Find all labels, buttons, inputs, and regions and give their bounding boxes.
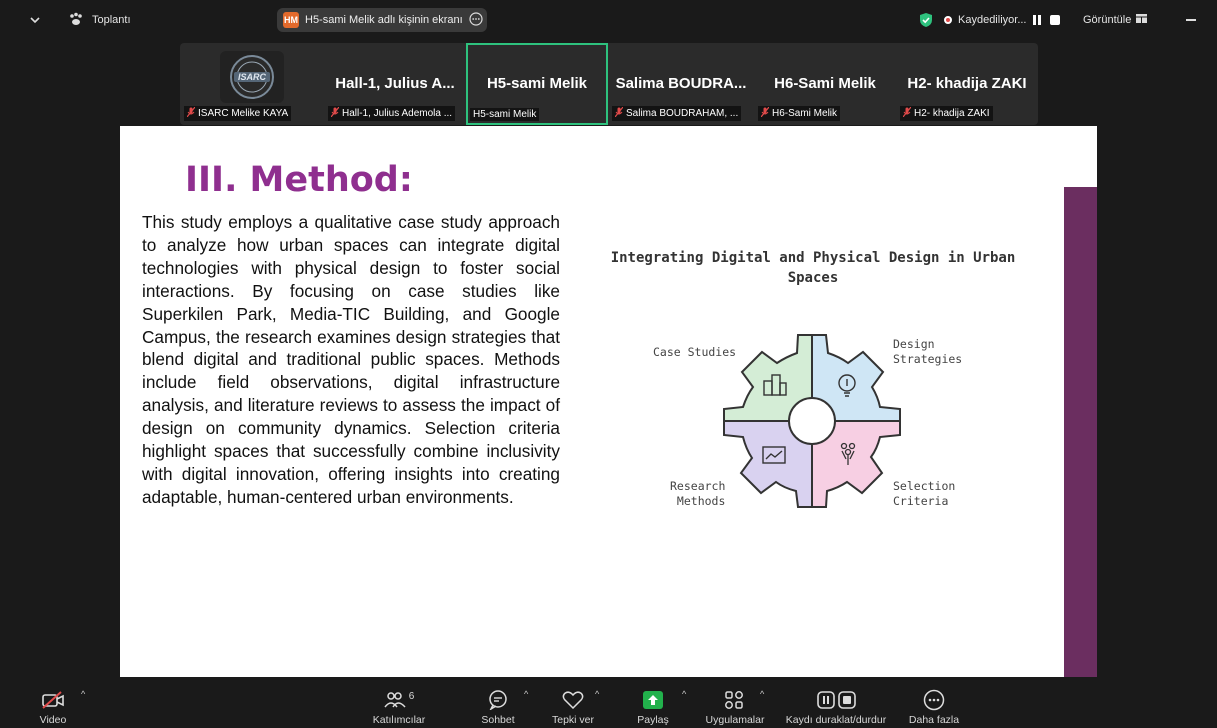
video-button[interactable]: Video xyxy=(38,677,68,728)
apps-label: Uygulamalar xyxy=(705,714,765,726)
minimize-icon[interactable] xyxy=(1186,0,1196,40)
chevron-down-icon[interactable] xyxy=(30,0,40,40)
mic-muted-icon xyxy=(902,106,912,120)
participant-display-name: H2- khadija ZAKI xyxy=(907,75,1027,92)
share-label: Paylaş xyxy=(637,714,669,726)
diagram-label-research-methods: Research Methods xyxy=(670,479,726,508)
pause-icon xyxy=(1033,15,1041,25)
diagram-title: Integrating Digital and Physical Design … xyxy=(610,250,1016,286)
view-button[interactable]: Görüntüle xyxy=(1083,0,1148,40)
mic-muted-icon xyxy=(760,106,770,120)
reactions-options-caret-icon[interactable]: ^ xyxy=(595,689,599,699)
apps-icon xyxy=(724,688,746,712)
participants-icon: 6 xyxy=(384,688,415,712)
more-button[interactable]: Daha fazla xyxy=(904,677,964,728)
participant-strip: ISARC ISARC Melike KAYA Hall-1, Julius A… xyxy=(180,43,1038,125)
share-screen-icon xyxy=(642,688,664,712)
pause-stop-record-icon xyxy=(816,688,856,712)
slide-title: III. Method: xyxy=(185,160,413,200)
mic-muted-icon xyxy=(186,106,196,120)
participant-display-name: Hall-1, Julius A... xyxy=(335,75,455,92)
meeting-menu[interactable]: Toplantı xyxy=(68,0,131,40)
heart-icon xyxy=(562,688,584,712)
slide-body-text: This study employs a qualitative case st… xyxy=(142,212,560,507)
video-off-icon xyxy=(41,688,65,712)
apps-options-caret-icon[interactable]: ^ xyxy=(760,689,764,699)
participant-name-label: ISARC Melike KAYA xyxy=(184,106,292,121)
participant-display-name: H5-sami Melik xyxy=(486,75,588,92)
diagram-label-design-strategies: Design Strategies xyxy=(893,337,963,366)
stop-recording-button[interactable] xyxy=(1050,0,1060,40)
grid-icon xyxy=(1136,14,1148,26)
share-options-caret-icon[interactable]: ^ xyxy=(682,689,686,699)
diagram-label-selection-criteria: Selection Criteria xyxy=(893,479,956,508)
participant-name-label: H5-sami Melik xyxy=(470,108,540,121)
participant-name-label: Salima BOUDRAHAM, ... xyxy=(612,106,742,121)
video-label: Video xyxy=(39,714,67,726)
more-icon xyxy=(923,688,945,712)
apps-button[interactable]: Uygulamalar xyxy=(702,677,768,728)
record-dot-icon xyxy=(944,16,952,24)
participant-tile[interactable]: H6-Sami Melik H6-Sami Melik xyxy=(754,43,896,125)
participant-tile[interactable]: Salima BOUDRA... Salima BOUDRAHAM, ... xyxy=(608,43,754,125)
participant-name-label: H6-Sami Melik xyxy=(758,106,841,121)
logo-text: ISARC xyxy=(237,72,266,82)
participant-tile[interactable]: Hall-1, Julius A... Hall-1, Julius Ademo… xyxy=(324,43,466,125)
participant-name-label: H2- khadija ZAKI xyxy=(900,106,993,121)
paw-icon xyxy=(68,12,84,29)
security-shield-icon[interactable] xyxy=(919,0,933,40)
meeting-toolbar: Video ^ 6 Katılımcılar Sohbet ^ Tepki ve… xyxy=(0,677,1217,726)
participant-count: 6 xyxy=(408,690,415,702)
slide-accent-bar xyxy=(1064,187,1097,677)
diagram-label-case-studies: Case Studies xyxy=(653,345,737,359)
participant-tile-active[interactable]: H5-sami Melik H5-sami Melik xyxy=(466,43,608,125)
mic-muted-icon xyxy=(614,106,624,120)
isarc-logo: ISARC xyxy=(220,51,284,103)
reactions-label: Tepki ver xyxy=(551,714,594,726)
shared-screen-slide: III. Method: This study employs a qualit… xyxy=(120,126,1097,677)
participant-tile[interactable]: ISARC ISARC Melike KAYA xyxy=(180,43,324,125)
participant-tile[interactable]: H2- khadija ZAKI H2- khadija ZAKI xyxy=(896,43,1038,125)
sharer-avatar: HM xyxy=(283,12,299,28)
screen-share-indicator[interactable]: HM H5-sami Melik adlı kişinin ekranı xyxy=(277,8,487,32)
record-control-button[interactable]: Kaydı duraklat/durdur xyxy=(780,677,892,728)
recording-status: Kaydediliyor... xyxy=(944,0,1026,40)
meeting-label: Toplantı xyxy=(92,14,131,26)
record-label: Kaydı duraklat/durdur xyxy=(785,714,887,726)
participant-name-label: Hall-1, Julius Ademola ... xyxy=(328,106,456,121)
share-text: H5-sami Melik adlı kişinin ekranı xyxy=(305,14,463,26)
stop-icon xyxy=(1050,15,1060,25)
reactions-button[interactable]: Tepki ver xyxy=(548,677,598,728)
share-button[interactable]: Paylaş xyxy=(633,677,673,728)
top-bar: Toplantı HM H5-sami Melik adlı kişinin e… xyxy=(0,0,1217,40)
participant-display-name: H6-Sami Melik xyxy=(774,75,876,92)
recording-text: Kaydediliyor... xyxy=(958,14,1027,26)
participants-label: Katılımcılar xyxy=(372,714,426,726)
chat-icon xyxy=(488,688,508,712)
video-options-caret-icon[interactable]: ^ xyxy=(81,689,85,699)
more-label: Daha fazla xyxy=(908,714,960,726)
mic-muted-icon xyxy=(330,106,340,120)
pause-recording-button[interactable] xyxy=(1033,0,1041,40)
view-label: Görüntüle xyxy=(1083,14,1132,26)
chat-label: Sohbet xyxy=(481,714,515,726)
gear-diagram xyxy=(723,334,901,508)
participants-button[interactable]: 6 Katılımcılar xyxy=(366,677,432,728)
chat-button[interactable]: Sohbet xyxy=(478,677,518,728)
more-options-icon[interactable] xyxy=(469,11,483,29)
participant-display-name: Salima BOUDRA... xyxy=(615,75,747,92)
chat-options-caret-icon[interactable]: ^ xyxy=(524,689,528,699)
